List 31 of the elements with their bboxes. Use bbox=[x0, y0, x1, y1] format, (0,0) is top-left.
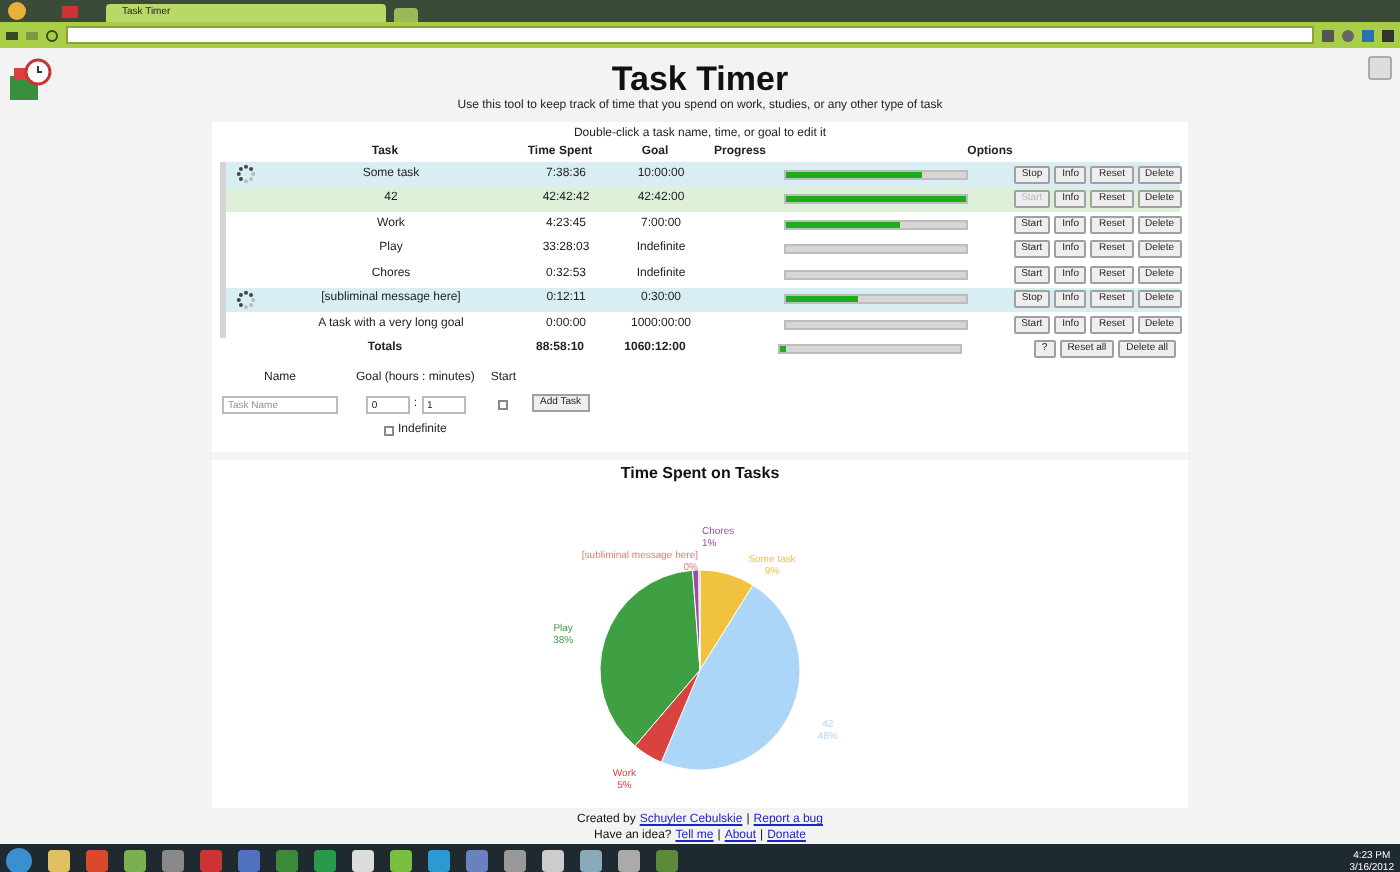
reload-icon[interactable] bbox=[46, 29, 58, 41]
taskbar-app-icon[interactable] bbox=[276, 850, 298, 872]
taskbar-app-icon[interactable] bbox=[504, 850, 526, 872]
taskbar-app-icon[interactable] bbox=[542, 850, 564, 872]
start-orb-icon[interactable] bbox=[6, 848, 32, 872]
settings-button[interactable] bbox=[1368, 56, 1392, 80]
address-bar[interactable] bbox=[66, 26, 1314, 44]
taskbar-app-icon[interactable] bbox=[200, 850, 222, 872]
taskbar-app-icon[interactable] bbox=[162, 850, 184, 872]
taskbar-app-icon[interactable] bbox=[352, 850, 374, 872]
taskbar-app-icon[interactable] bbox=[48, 850, 70, 872]
back-icon[interactable] bbox=[6, 31, 18, 39]
taskbar-app-icon[interactable] bbox=[656, 850, 678, 872]
chart-title: Time Spent on Tasks bbox=[620, 462, 780, 486]
taskbar-app-icon[interactable] bbox=[86, 850, 108, 872]
taskbar-app-icon[interactable] bbox=[238, 850, 260, 872]
page-title: Task Timer bbox=[611, 62, 789, 98]
taskbar-app-icon[interactable] bbox=[580, 850, 602, 872]
taskbar-app-icon[interactable] bbox=[124, 850, 146, 872]
taskbar-app-icon[interactable] bbox=[428, 850, 450, 872]
taskbar-app-icon[interactable] bbox=[390, 850, 412, 872]
taskbar-app-icon[interactable] bbox=[466, 850, 488, 872]
indefinite-checkbox[interactable] bbox=[384, 426, 394, 436]
forward-icon[interactable] bbox=[26, 31, 38, 39]
avatar-icon bbox=[8, 2, 26, 20]
start-checkbox[interactable] bbox=[498, 400, 509, 410]
taskbar-app-icon[interactable] bbox=[314, 850, 336, 872]
spinner-icon bbox=[236, 164, 256, 185]
app-logo-icon bbox=[8, 56, 52, 104]
spinner-icon bbox=[236, 289, 256, 310]
taskbar-app-icon[interactable] bbox=[618, 850, 640, 872]
